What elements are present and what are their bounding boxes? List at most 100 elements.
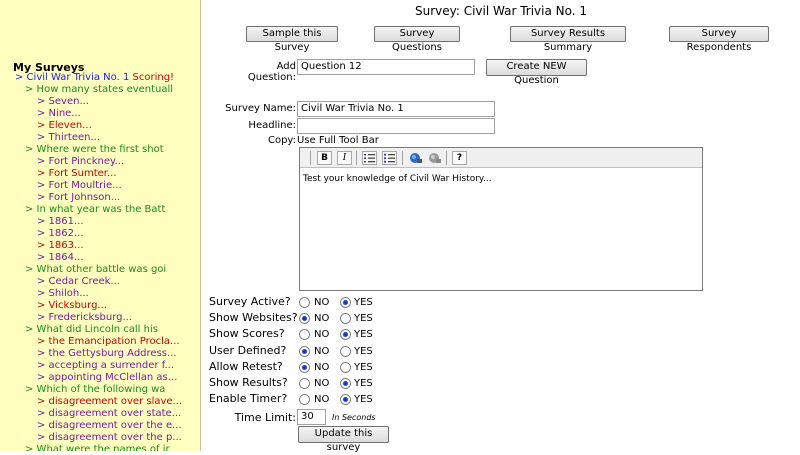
tree-item-label: > Shiloh... — [37, 288, 89, 299]
question-link[interactable]: > What did Lincoln call his — [0, 324, 200, 336]
answer-link[interactable]: > Eleven... — [0, 120, 200, 132]
no-radio[interactable] — [299, 313, 310, 324]
use-full-toolbar-link[interactable]: Use Full Tool Bar — [297, 135, 379, 146]
survey-tree: > Civil War Trivia No. 1 Scoring! > How m… — [0, 72, 200, 451]
answer-link[interactable]: > 1861... — [0, 216, 200, 228]
survey-results-summary-button[interactable]: Survey Results Summary — [510, 26, 626, 53]
answer-link[interactable]: > appointing McClellan as... — [0, 372, 200, 384]
tree-item-label: > accepting a surrender f... — [37, 360, 175, 371]
page-title: Survey: Civil War Trivia No. 1 — [414, 4, 588, 18]
tree-item-label: > 1864... — [37, 252, 84, 263]
bold-icon[interactable]: B — [317, 151, 332, 165]
time-limit-unit: In Seconds — [332, 413, 376, 422]
question-link[interactable]: > Where were the first shot — [0, 144, 200, 156]
yes-radio[interactable] — [340, 346, 351, 357]
question-link[interactable]: > What other battle was goi — [0, 264, 200, 276]
toolbar-separator — [446, 151, 447, 165]
editor-toolbar: B I ? — [300, 148, 702, 168]
tree-item-label: > Seven... — [37, 96, 90, 107]
option-label: Show Scores? — [209, 327, 285, 340]
question-link[interactable]: > What were the names of ir — [0, 444, 200, 451]
copy-editor[interactable]: B I ? Test your knowledge of Civil War H… — [299, 147, 703, 291]
unlink-icon[interactable] — [427, 151, 442, 165]
sidebar: My Surveys > Civil War Trivia No. 1 Scor… — [0, 0, 201, 451]
tree-item-label: > 1863... — [37, 240, 84, 251]
question-link[interactable]: > Which of the following wa — [0, 384, 200, 396]
answer-link[interactable]: > disagreement over state... — [0, 408, 200, 420]
yes-label: YES — [354, 329, 373, 340]
answer-link[interactable]: > 1863... — [0, 240, 200, 252]
toolbar-separator — [310, 151, 311, 165]
tree-item-label: > Which of the following wa — [25, 384, 166, 395]
answer-link[interactable]: > 1862... — [0, 228, 200, 240]
survey-questions-button[interactable]: Survey Questions — [374, 26, 460, 53]
tree-item-label: > Fort Sumter... — [37, 168, 117, 179]
yes-radio[interactable] — [340, 362, 351, 373]
survey-respondents-button[interactable]: Survey Respondents — [669, 26, 769, 53]
answer-link[interactable]: > Seven... — [0, 96, 200, 108]
no-radio[interactable] — [299, 329, 310, 340]
create-new-question-button[interactable]: Create NEW Question — [486, 59, 587, 86]
answer-link[interactable]: > Vicksburg... — [0, 300, 200, 312]
yes-radio[interactable] — [340, 394, 351, 405]
tree-item-label: > What other battle was goi — [25, 264, 167, 275]
ordered-list-icon[interactable] — [362, 151, 377, 165]
help-icon[interactable]: ? — [452, 151, 467, 165]
yes-label: YES — [354, 313, 373, 324]
answer-link[interactable]: > Cedar Creek... — [0, 276, 200, 288]
answer-link[interactable]: > disagreement over slave... — [0, 396, 200, 408]
option-label: Show Results? — [209, 376, 288, 389]
yes-radio[interactable] — [340, 378, 351, 389]
no-radio[interactable] — [299, 394, 310, 405]
tree-item-label: > Fort Moultrie... — [37, 180, 122, 191]
link-icon[interactable] — [408, 151, 423, 165]
answer-link[interactable]: > the Emancipation Procla... — [0, 336, 200, 348]
tree-item-label: > 1862... — [37, 228, 84, 239]
answer-link[interactable]: > the Gettysburg Address... — [0, 348, 200, 360]
unordered-list-icon[interactable] — [382, 151, 397, 165]
tree-item-label: > 1861... — [37, 216, 84, 227]
no-label: NO — [314, 362, 330, 373]
answer-link[interactable]: > Fort Moultrie... — [0, 180, 200, 192]
no-radio[interactable] — [299, 378, 310, 389]
answer-link[interactable]: > Fredericksburg... — [0, 312, 200, 324]
no-radio[interactable] — [299, 346, 310, 357]
update-survey-button[interactable]: Update this survey — [298, 426, 389, 453]
yes-radio[interactable] — [340, 313, 351, 324]
answer-link[interactable]: > 1864... — [0, 252, 200, 264]
yes-radio[interactable] — [340, 329, 351, 340]
headline-label: Headline: — [248, 120, 296, 131]
survey-name-input[interactable]: Civil War Trivia No. 1 — [297, 101, 495, 117]
italic-icon[interactable]: I — [337, 151, 352, 165]
time-limit-input[interactable]: 30 — [297, 409, 326, 425]
answer-link[interactable]: > Shiloh... — [0, 288, 200, 300]
headline-input[interactable] — [297, 118, 495, 134]
tree-item-label: > Nine... — [37, 108, 81, 119]
no-label: NO — [314, 329, 330, 340]
answer-link[interactable]: > accepting a surrender f... — [0, 360, 200, 372]
answer-link[interactable]: > Thirteen... — [0, 132, 200, 144]
add-question-input[interactable]: Question 12 — [297, 59, 475, 75]
scoring-badge[interactable]: Scoring! — [133, 72, 175, 83]
no-radio[interactable] — [299, 362, 310, 373]
answer-link[interactable]: > Nine... — [0, 108, 200, 120]
tree-item-label: > What were the names of ir — [25, 444, 170, 451]
answer-link[interactable]: > Fort Johnson... — [0, 192, 200, 204]
answer-link[interactable]: > disagreement over the e... — [0, 420, 200, 432]
tree-item-label: > Eleven... — [37, 120, 92, 131]
add-question-label: Add Question: — [247, 61, 296, 83]
answer-link[interactable]: > disagreement over the p... — [0, 432, 200, 444]
answer-link[interactable]: > Fort Pinckney... — [0, 156, 200, 168]
question-link[interactable]: > How many states eventuall — [0, 84, 200, 96]
yes-radio[interactable] — [340, 297, 351, 308]
no-radio[interactable] — [299, 297, 310, 308]
option-label: Show Websites? — [209, 311, 298, 324]
sample-survey-button[interactable]: Sample this Survey — [246, 26, 338, 53]
yes-label: YES — [354, 362, 373, 373]
toolbar-separator — [402, 151, 403, 165]
survey-link[interactable]: > Civil War Trivia No. 1 Scoring! — [0, 72, 200, 84]
tree-item-label: > Fort Pinckney... — [37, 156, 125, 167]
editor-content[interactable]: Test your knowledge of Civil War History… — [303, 174, 492, 184]
question-link[interactable]: > In what year was the Batt — [0, 204, 200, 216]
answer-link[interactable]: > Fort Sumter... — [0, 168, 200, 180]
